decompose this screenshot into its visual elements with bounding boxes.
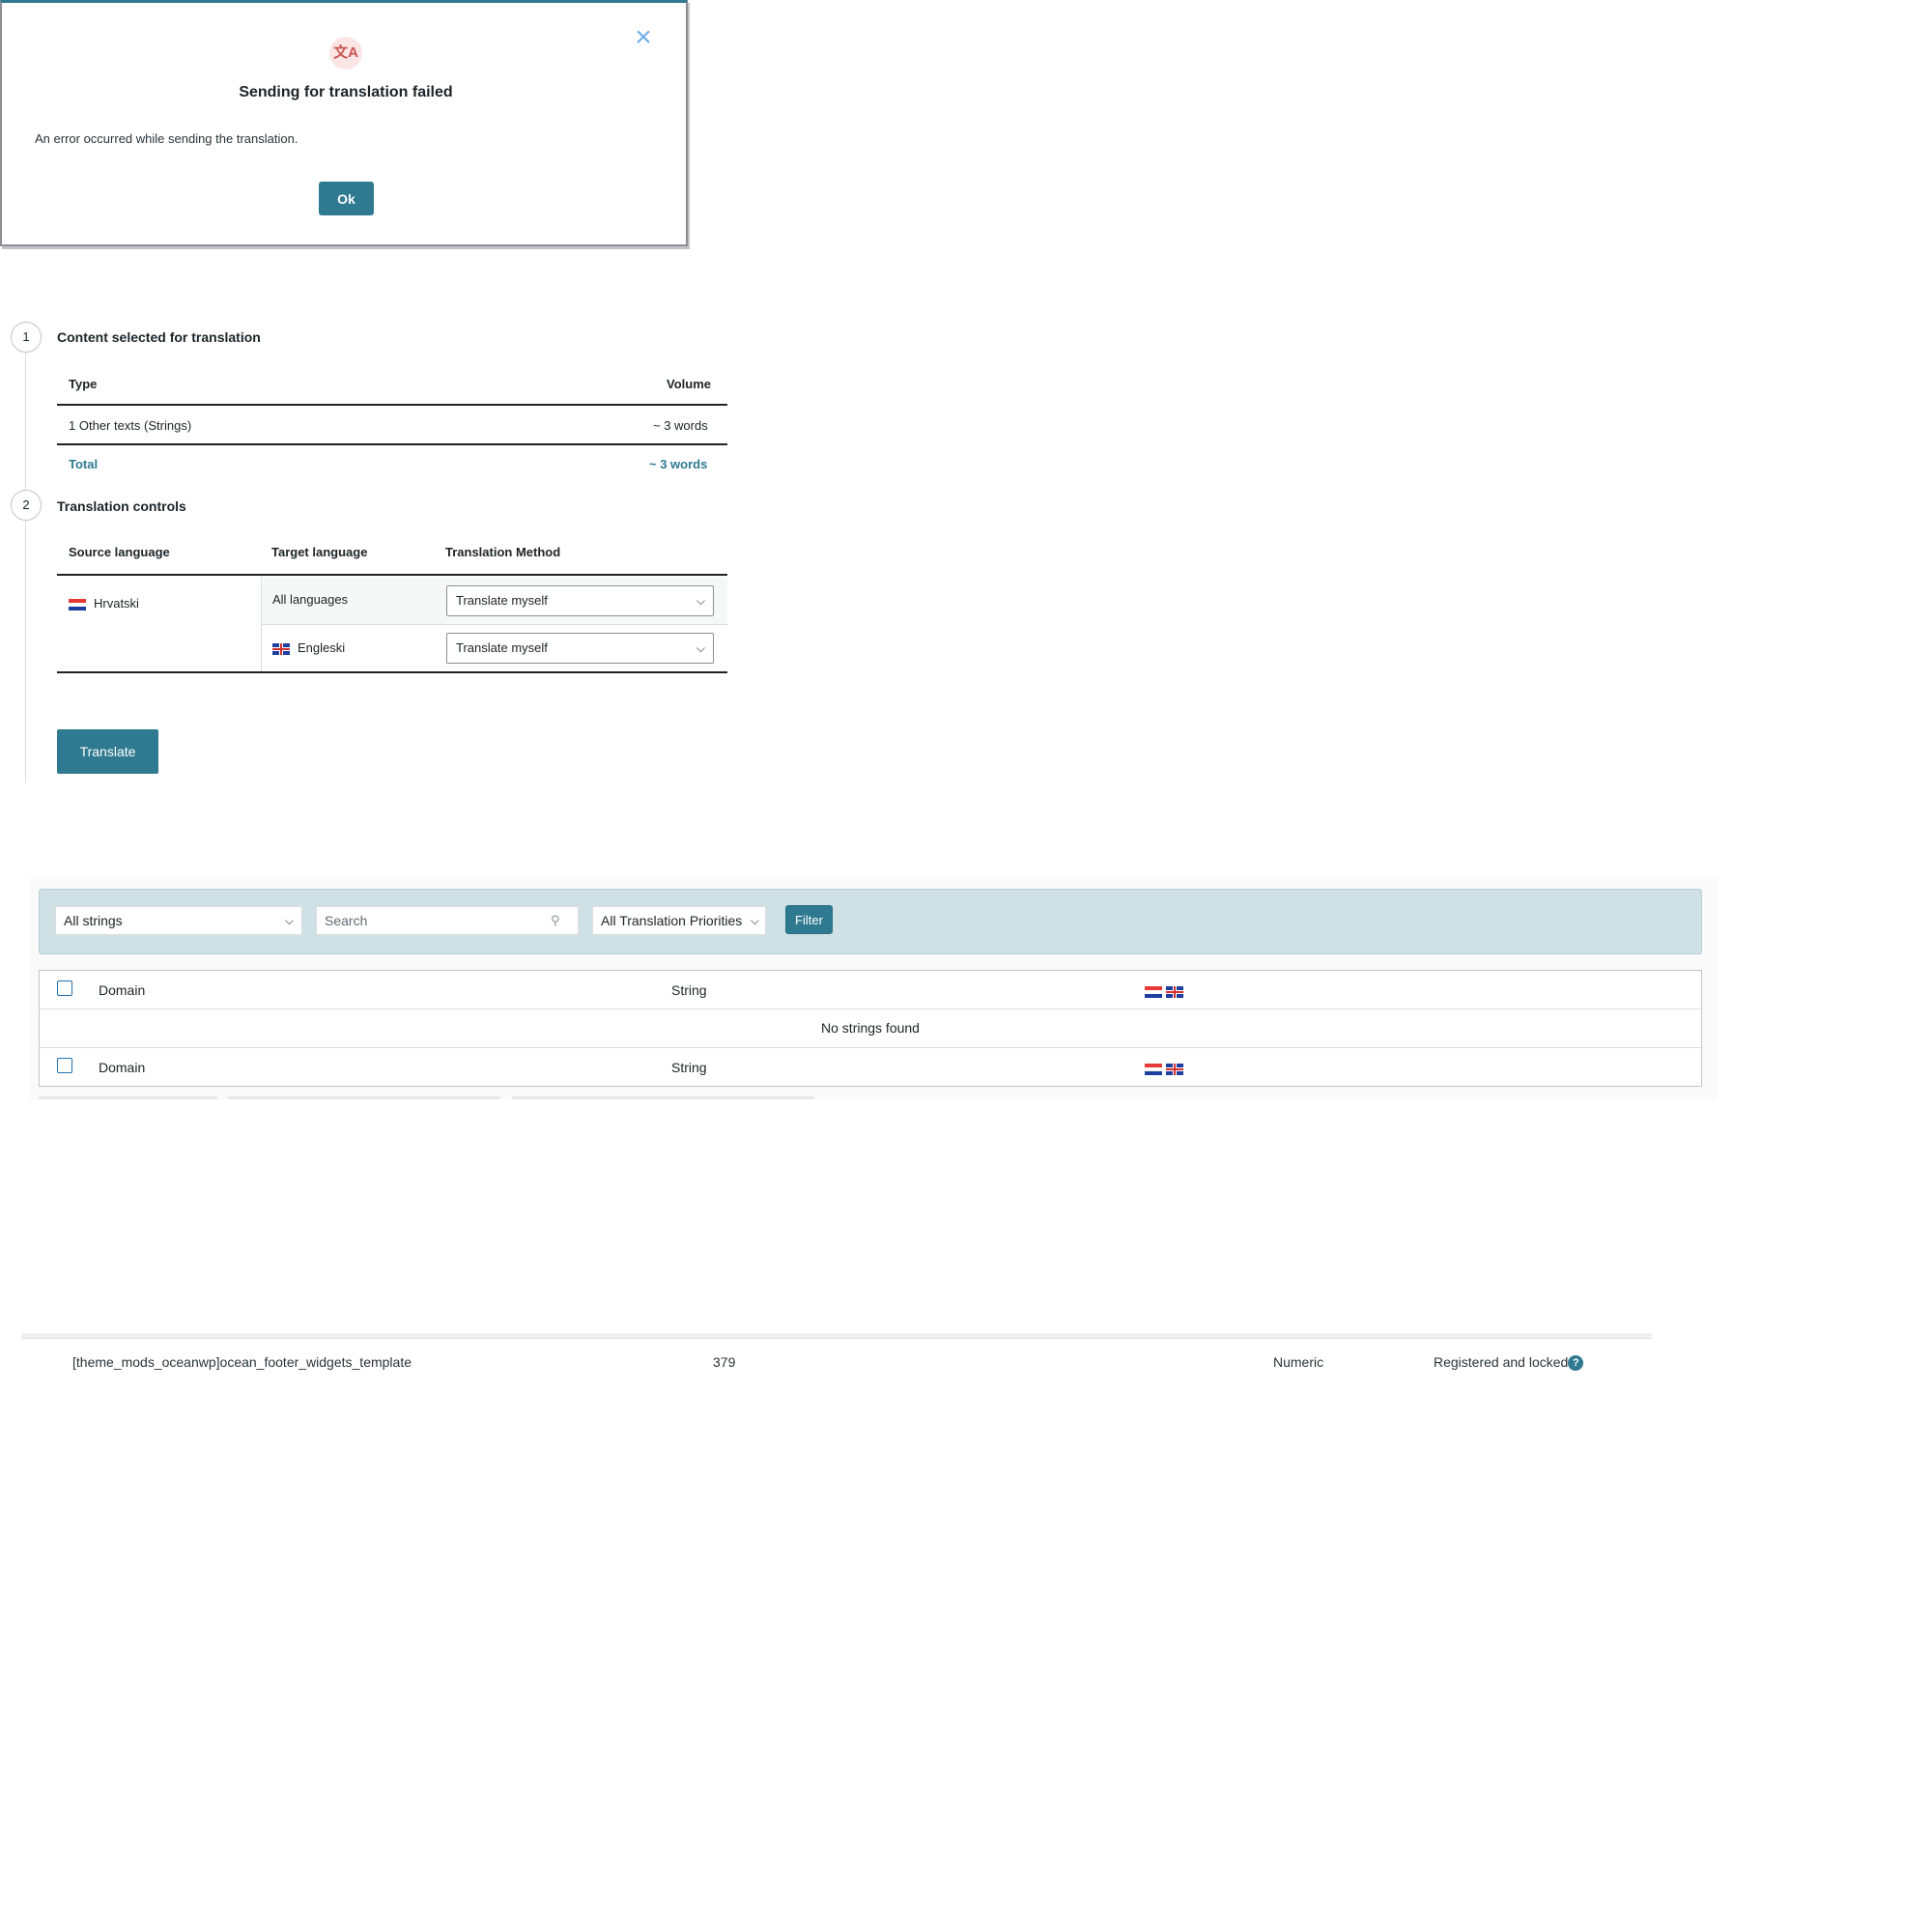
target-row-english: Engleski xyxy=(272,640,345,655)
modal-message: An error occurred while sending the tran… xyxy=(35,131,298,146)
method-select-english[interactable]: Translate myself ⌵ xyxy=(446,633,714,664)
bottom-tab-fragment xyxy=(228,1096,500,1099)
croatian-flag-icon xyxy=(1145,1064,1162,1076)
close-icon[interactable]: × xyxy=(630,23,657,52)
column-footer-domain: Domain xyxy=(99,1060,146,1075)
uk-flag-icon xyxy=(1166,986,1183,999)
method-select-all-value: Translate myself xyxy=(456,593,548,608)
option-name: [theme_mods_oceanwp]ocean_footer_widgets… xyxy=(72,1354,412,1370)
controls-bottom-divider xyxy=(57,671,727,673)
chevron-down-icon: ⌵ xyxy=(750,914,759,927)
strings-table: Domain String No strings found Domain St… xyxy=(39,970,1702,1087)
source-language: Hrvatski xyxy=(69,596,139,611)
step-title-content: Content selected for translation xyxy=(57,329,261,345)
priority-select[interactable]: All Translation Priorities ⌵ xyxy=(592,906,766,935)
select-all-checkbox-footer[interactable] xyxy=(57,1058,72,1073)
content-row-volume: ~ 3 words xyxy=(653,418,708,433)
column-header-domain: Domain xyxy=(99,982,146,998)
step-title-controls: Translation controls xyxy=(57,498,186,514)
translate-button[interactable]: Translate xyxy=(57,729,158,774)
priority-select-value: All Translation Priorities xyxy=(601,913,743,928)
strings-filter-select[interactable]: All strings ⌵ xyxy=(55,906,302,935)
empty-row: No strings found xyxy=(40,1009,1701,1048)
chevron-down-icon: ⌵ xyxy=(284,914,294,927)
target-all-label: All languages xyxy=(272,592,349,607)
chevron-down-icon: ⌵ xyxy=(696,594,705,608)
row-separator xyxy=(21,1333,1652,1339)
step-number-1: 1 xyxy=(11,322,42,353)
controls-header-divider xyxy=(57,574,727,576)
bottom-tab-fragment xyxy=(512,1096,814,1099)
column-header-method: Translation Method xyxy=(445,545,561,559)
total-label: Total xyxy=(69,457,99,471)
uk-flag-icon xyxy=(272,642,290,655)
option-value: 379 xyxy=(713,1354,736,1370)
filter-button[interactable]: Filter xyxy=(785,905,833,934)
help-icon[interactable]: ? xyxy=(1568,1355,1584,1372)
language-flags xyxy=(1145,983,1183,999)
column-footer-string: String xyxy=(671,1060,707,1075)
table-row-divider xyxy=(57,443,727,445)
column-header-source: Source language xyxy=(69,545,170,559)
croatian-flag-icon xyxy=(69,598,86,611)
source-language-label: Hrvatski xyxy=(94,596,139,611)
search-input[interactable] xyxy=(316,906,579,935)
table-header-divider xyxy=(57,404,727,406)
ok-button[interactable]: Ok xyxy=(319,182,374,215)
step-connector-line xyxy=(25,353,26,782)
table-footer-row: Domain String xyxy=(40,1048,1701,1087)
total-volume: ~ 3 words xyxy=(649,457,708,471)
translate-icon: 文A xyxy=(329,37,362,70)
croatian-flag-icon xyxy=(1145,986,1162,999)
chevron-down-icon: ⌵ xyxy=(696,641,705,655)
method-select-all[interactable]: Translate myself ⌵ xyxy=(446,585,714,616)
column-header-type: Type xyxy=(69,377,98,391)
option-status: Registered and locked? xyxy=(1434,1354,1584,1372)
language-flags-footer xyxy=(1145,1061,1183,1076)
target-row-all: All languages Translate myself ⌵ xyxy=(262,577,727,625)
column-header-string: String xyxy=(671,982,707,998)
option-type: Numeric xyxy=(1273,1354,1324,1370)
target-languages: All languages Translate myself ⌵ Englesk… xyxy=(261,577,727,673)
method-select-english-value: Translate myself xyxy=(456,640,548,655)
uk-flag-icon xyxy=(1166,1064,1183,1076)
no-strings-message: No strings found xyxy=(821,1020,920,1036)
option-status-label: Registered and locked xyxy=(1434,1354,1569,1370)
content-row-type: 1 Other texts (Strings) xyxy=(69,418,192,433)
modal-title: Sending for translation failed xyxy=(239,84,453,100)
target-english-label: Engleski xyxy=(298,640,346,655)
step-number-2: 2 xyxy=(11,490,42,521)
error-modal: × 文A Sending for translation failed An e… xyxy=(0,0,688,246)
bottom-tab-fragment xyxy=(39,1096,217,1099)
column-header-target: Target language xyxy=(271,545,368,559)
strings-filter-value: All strings xyxy=(64,913,123,928)
column-header-volume: Volume xyxy=(667,377,711,391)
table-header-row: Domain String xyxy=(40,971,1701,1009)
select-all-checkbox[interactable] xyxy=(57,980,72,996)
search-icon[interactable]: ⚲ xyxy=(551,913,560,928)
